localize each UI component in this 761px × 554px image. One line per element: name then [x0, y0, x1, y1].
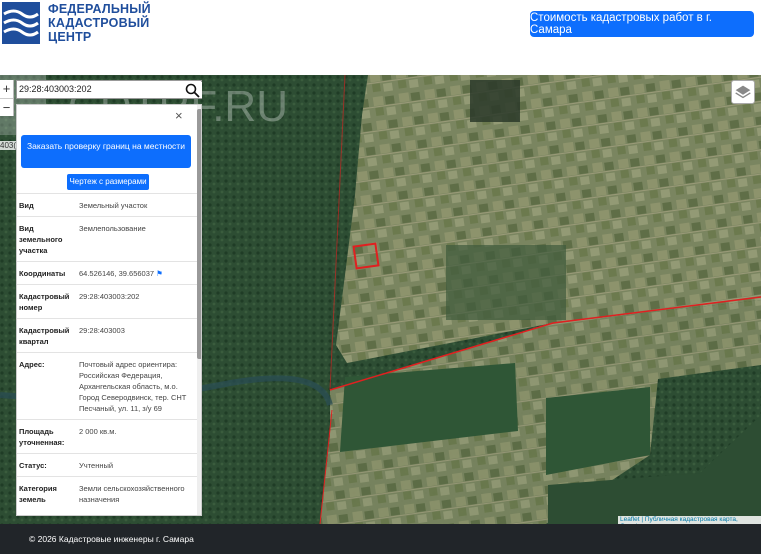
attribute-value: 2 000 кв.м. [79, 427, 117, 436]
attribute-value: Почтовый адрес ориентира: Российская Фед… [79, 360, 187, 413]
attribute-value: Землепользование [79, 224, 146, 233]
attribute-key: Вид [19, 201, 34, 210]
parcel-attributes: Вид Земельный участок Вид земельного уча… [17, 193, 197, 510]
attribute-value: Земельный участок [79, 201, 148, 210]
map-quarter-label: 403( [0, 141, 17, 150]
attribute-row: Вид Земельный участок [17, 193, 197, 216]
drawing-with-dimensions-button[interactable]: Чертеж с размерами [67, 174, 149, 190]
attribute-row: Площадь уточненная: 2 000 кв.м. [17, 419, 197, 453]
leaflet-link[interactable]: Leaflet [620, 516, 640, 523]
order-boundary-check-button[interactable]: Заказать проверку границ на местности [21, 135, 191, 168]
attribute-row: Кадастровый номер 29:28:403003:202 [17, 284, 197, 318]
scrollbar-thumb[interactable] [197, 109, 201, 359]
close-icon[interactable]: × [175, 108, 183, 123]
attribute-row: Кадастровый квартал 29:28:403003 [17, 318, 197, 352]
attribute-value: 29:28:403003 [79, 326, 125, 335]
zoom-in-button[interactable]: + [0, 80, 13, 98]
attribute-value: Земли сельскохозяйственного назначения [79, 484, 185, 504]
attribute-key: Кадастровый квартал [19, 326, 70, 346]
attribute-row: Адрес: Почтовый адрес ориентира: Российс… [17, 352, 197, 419]
search-input[interactable]: 29:28:403003:202 [16, 80, 202, 99]
layers-icon[interactable] [731, 80, 755, 104]
zoom-control: + − [0, 80, 14, 116]
site-header: ФЕДЕРАЛЬНЫЙ КАДАСТРОВЫЙ ЦЕНТР Стоимость … [0, 0, 761, 52]
logo-line-1: ФЕДЕРАЛЬНЫЙ [48, 2, 151, 16]
zoom-out-button[interactable]: − [0, 98, 13, 116]
attribute-value: 64.526146, 39.656037 ⚑ [77, 268, 195, 279]
attribute-key: Статус: [19, 461, 47, 470]
site-footer: © 2026 Кадастровые инженеры г. Самара [0, 524, 761, 554]
attribute-key: Кадастровый номер [19, 292, 70, 312]
parcel-info-panel: × Заказать проверку границ на местности … [16, 104, 202, 516]
logo-line-3: ЦЕНТР [48, 30, 92, 44]
cadastral-cost-button[interactable]: Стоимость кадастровых работ в г. Самара [530, 11, 754, 37]
attribute-key: Адрес: [19, 360, 45, 369]
attribute-value: 29:28:403003:202 [79, 292, 140, 301]
attribute-row: Вид земельного участка Землепользование [17, 216, 197, 261]
search-icon[interactable] [184, 82, 202, 98]
attribute-key: Категория земель [19, 484, 57, 504]
coordinates-value: 64.526146, 39.656037 [79, 269, 155, 278]
panel-scrollbar[interactable] [197, 105, 201, 515]
logo-line-2: КАДАСТРОВЫЙ [48, 16, 150, 30]
map-pin-icon[interactable]: ⚑ [156, 269, 163, 278]
attribute-key: Вид земельного участка [19, 224, 63, 255]
logo-text[interactable]: ФЕДЕРАЛЬНЫЙ КАДАСТРОВЫЙ ЦЕНТР [48, 2, 151, 44]
attribute-row: Статус: Учтенный [17, 453, 197, 476]
logo-icon[interactable] [2, 2, 40, 44]
attribute-value: Учтенный [79, 461, 114, 470]
attribute-key: Площадь уточненная: [19, 427, 65, 447]
attribute-row: Категория земель Земли сельскохозяйствен… [17, 476, 197, 510]
attribute-row: Координаты 64.526146, 39.656037 ⚑ [17, 261, 197, 284]
attribute-key: Координаты [19, 269, 66, 278]
